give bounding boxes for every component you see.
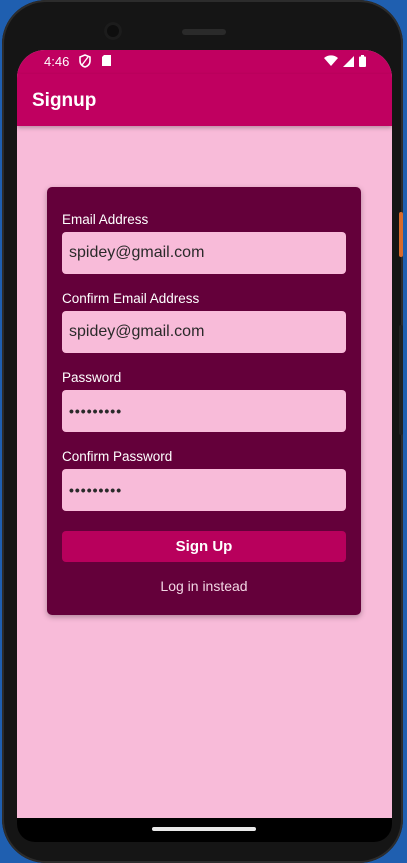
page-title: Signup: [32, 90, 97, 111]
power-button: [399, 212, 403, 257]
phone-frame: 4:46 Signup Email Address spidey@gmail.c…: [2, 0, 403, 863]
earpiece-speaker: [182, 29, 226, 35]
shield-icon: [79, 54, 91, 68]
front-camera: [104, 22, 122, 40]
confirm-email-label: Confirm Email Address: [62, 291, 200, 306]
battery-icon: [359, 55, 366, 70]
password-label: Password: [62, 370, 122, 385]
wifi-icon: [324, 55, 338, 70]
volume-rocker: [399, 325, 403, 435]
sd-card-icon: [101, 54, 113, 68]
email-label: Email Address: [62, 212, 149, 227]
signal-icon: [343, 55, 354, 70]
confirm-password-label: Confirm Password: [62, 449, 173, 464]
status-right-icons: [324, 55, 366, 70]
status-time: 4:46: [44, 54, 70, 69]
app-bar: Signup: [17, 74, 392, 126]
email-field[interactable]: [62, 232, 346, 274]
password-field[interactable]: [62, 390, 346, 432]
status-bar: 4:46: [17, 50, 392, 74]
confirm-email-field[interactable]: [62, 311, 346, 353]
home-gesture-pill[interactable]: [152, 827, 256, 831]
sign-up-button[interactable]: Sign Up: [62, 531, 346, 562]
signup-form-card: Email Address Confirm Email Address Pass…: [47, 187, 361, 615]
confirm-password-field[interactable]: [62, 469, 346, 511]
screen: 4:46 Signup Email Address spidey@gmail.c…: [17, 50, 392, 818]
log-in-instead-link[interactable]: Log in instead: [47, 578, 361, 594]
